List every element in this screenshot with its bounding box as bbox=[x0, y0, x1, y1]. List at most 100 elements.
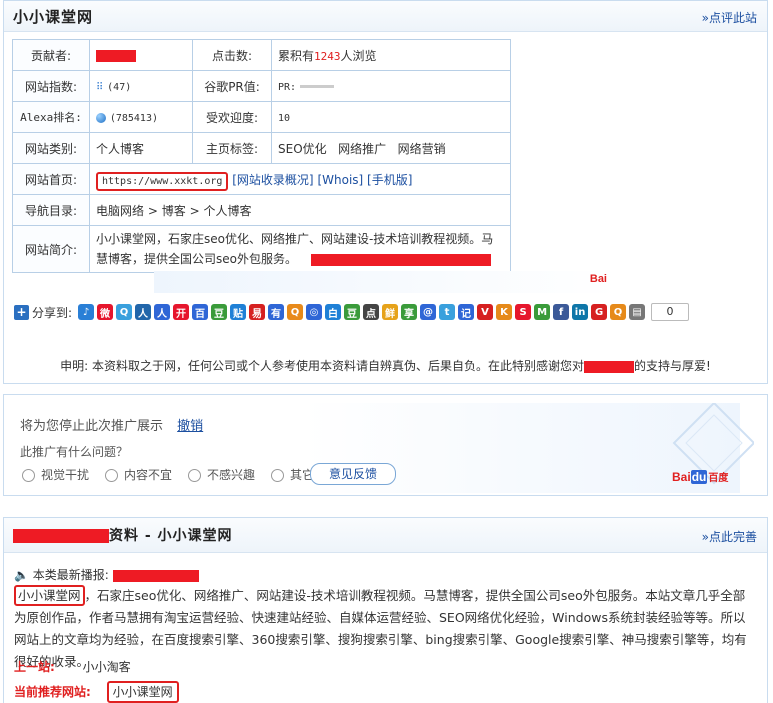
baidu-icon[interactable]: 百 bbox=[192, 304, 209, 320]
gmail-icon[interactable]: G bbox=[591, 304, 608, 320]
contributor-value bbox=[89, 39, 193, 71]
share-bar: + 分享到: ♪ 微 Q 人人开百豆贴易有 Q ◎ 白豆点鲜享 @ t 记 V K S Mf in G Q ▤ 0 bbox=[14, 303, 690, 321]
nav-computer-network[interactable]: 电脑网络 bbox=[96, 204, 144, 218]
xianguo-icon[interactable]: 鲜 bbox=[382, 304, 399, 320]
homepage-label: 网站首页: bbox=[12, 163, 90, 195]
share-label: 分享到: bbox=[32, 305, 73, 320]
nav-personal-blog[interactable]: 个人博客 bbox=[203, 204, 251, 218]
share-icon-list: ♪ 微 Q 人人开百豆贴易有 Q ◎ 白豆点鲜享 @ t 记 V K S Mf in G Q ▤ bbox=[78, 304, 646, 320]
article-title: 资料 - 小小课堂网 bbox=[13, 525, 233, 545]
option-other[interactable]: 其它 bbox=[271, 466, 314, 483]
site-title: 小小课堂网 bbox=[13, 8, 94, 26]
disclaimer: 申明: 本资料取之于网，任何公司或个人参考使用本资料请自辨真伪、后果自负。在此特… bbox=[60, 359, 711, 373]
plus-icon[interactable]: + bbox=[14, 304, 29, 320]
linkedin-icon[interactable]: in bbox=[572, 304, 589, 320]
feedback-button[interactable]: 意见反馈 bbox=[310, 463, 396, 485]
mop-icon[interactable]: M bbox=[534, 304, 551, 320]
homepage-value: https://www.xxkt.org [网站收录概况] [Whois] [手… bbox=[89, 163, 511, 195]
category-value: 个人博客 bbox=[89, 132, 193, 164]
option-inappropriate[interactable]: 内容不宜 bbox=[105, 466, 172, 483]
youdao-icon[interactable]: 有 bbox=[268, 304, 285, 320]
mobile-link[interactable]: [手机版] bbox=[367, 173, 412, 187]
prev-site-link[interactable]: 小小淘客 bbox=[83, 660, 131, 674]
popularity-value: 10 bbox=[271, 101, 511, 133]
clicks-value: 累积有1243人浏览 bbox=[271, 39, 511, 71]
whois-link[interactable]: [Whois] bbox=[317, 173, 363, 187]
tc-icon[interactable]: V bbox=[477, 304, 494, 320]
latest-news: 🔈 本类最新播报: bbox=[14, 566, 199, 583]
facebook-icon[interactable]: f bbox=[553, 304, 570, 320]
nav-label: 导航目录: bbox=[12, 194, 90, 226]
nav-blog[interactable]: 博客 bbox=[162, 204, 186, 218]
category-label: 网站类别: bbox=[12, 132, 90, 164]
douban-icon[interactable]: 豆 bbox=[211, 304, 228, 320]
tag-promotion[interactable]: 网络推广 bbox=[338, 142, 386, 156]
contributor-label: 贡献者: bbox=[12, 39, 90, 71]
popularity-label: 受欢迎度: bbox=[192, 101, 272, 133]
option-not-interested[interactable]: 不感兴趣 bbox=[188, 466, 255, 483]
site-info-panel: 小小课堂网 »点评此站 贡献者: 点击数: 累积有1243人浏览 网站指数: ⠿… bbox=[3, 0, 768, 384]
kaixin-icon[interactable]: 开 bbox=[173, 304, 190, 320]
kx-icon[interactable]: K bbox=[496, 304, 513, 320]
tags-value: SEO优化 网络推广 网络营销 bbox=[271, 132, 511, 164]
sohu-icon[interactable]: S bbox=[515, 304, 532, 320]
alexa-value: (785413) bbox=[89, 101, 193, 133]
share-count: 0 bbox=[651, 303, 690, 321]
tag-seo[interactable]: SEO优化 bbox=[278, 142, 327, 156]
netease-icon[interactable]: 易 bbox=[249, 304, 266, 320]
globe-icon bbox=[96, 112, 106, 123]
redacted-title bbox=[13, 529, 109, 543]
option-visual[interactable]: 视觉干扰 bbox=[22, 466, 89, 483]
tieba-icon[interactable]: 人 bbox=[154, 304, 171, 320]
speaker-icon: 🔈 bbox=[14, 568, 29, 582]
share-icon[interactable]: 享 bbox=[401, 304, 418, 320]
baidu-logo: Baidu 百度 bbox=[672, 470, 729, 484]
nav-path: 电脑网络 > 博客 > 个人博客 bbox=[89, 194, 511, 226]
mail-icon[interactable]: @ bbox=[420, 304, 437, 320]
print-icon[interactable]: ▤ bbox=[629, 304, 646, 320]
diandian-icon[interactable]: 点 bbox=[363, 304, 380, 320]
feedback-question: 此推广有什么问题？ bbox=[20, 445, 129, 459]
tsohu-icon[interactable]: 贴 bbox=[230, 304, 247, 320]
renren-icon[interactable]: 人 bbox=[135, 304, 152, 320]
feedback-row: 将为您停止此次推广展示 撤销 bbox=[20, 415, 203, 434]
improve-link[interactable]: »点此完善 bbox=[702, 528, 757, 545]
dou-icon[interactable]: 豆 bbox=[344, 304, 361, 320]
twitter-icon[interactable]: t bbox=[439, 304, 456, 320]
site-index-label: 网站指数: bbox=[12, 70, 90, 102]
click-count: 1243 bbox=[314, 49, 341, 63]
feedback-title: 将为您停止此次推广展示 bbox=[20, 419, 164, 434]
tag-marketing[interactable]: 网络营销 bbox=[398, 142, 446, 156]
qq-icon[interactable]: Q bbox=[610, 304, 627, 320]
baidu-zone-icon[interactable]: ◎ bbox=[306, 304, 323, 320]
google-pr-value: PR: bbox=[271, 70, 511, 102]
clicks-label: 点击数: bbox=[192, 39, 272, 71]
tags-label: 主页标签: bbox=[192, 132, 272, 164]
pr-bar bbox=[299, 85, 334, 88]
redacted-disclaimer bbox=[584, 360, 635, 373]
index-status-link[interactable]: [网站收录概况] bbox=[232, 173, 313, 187]
site-index-value: ⠿ (47) bbox=[89, 70, 193, 102]
note-icon[interactable]: 记 bbox=[458, 304, 475, 320]
panel-header: 小小课堂网 »点评此站 bbox=[4, 1, 767, 32]
site-info-table: 贡献者: 点击数: 累积有1243人浏览 网站指数: ⠿ (47) 谷歌PR值:… bbox=[12, 39, 511, 273]
ad-banner-strip: Bai bbox=[154, 271, 619, 293]
article-header: 资料 - 小小课堂网 »点此完善 bbox=[4, 518, 767, 553]
redacted-contributor bbox=[96, 49, 136, 62]
prev-site-row: 上一站: 小小淘客 bbox=[14, 660, 131, 674]
article-panel: 资料 - 小小课堂网 »点此完善 🔈 本类最新播报: 小小课堂网 ，石家庄seo优… bbox=[3, 517, 768, 703]
intro-value: 小小课堂网，石家庄seo优化、网络推广、网站建设-技术培训教程视频。马慧博客，提… bbox=[89, 225, 511, 273]
recommend-row: 当前推荐网站: 小小课堂网 bbox=[14, 681, 179, 703]
bai-icon[interactable]: 白 bbox=[325, 304, 342, 320]
qzone-icon[interactable]: ♪ bbox=[78, 304, 95, 320]
intro-label: 网站简介: bbox=[12, 225, 90, 273]
grid-icon: ⠿ bbox=[96, 82, 104, 93]
redacted-latest bbox=[112, 569, 199, 582]
undo-link[interactable]: 撤销 bbox=[177, 419, 203, 434]
comment-site-link[interactable]: »点评此站 bbox=[702, 9, 757, 26]
weibo-icon[interactable]: 微 bbox=[97, 304, 114, 320]
recommend-site-link[interactable]: 小小课堂网 bbox=[106, 681, 179, 703]
qq-friend-icon[interactable]: Q bbox=[287, 304, 304, 320]
qq-weibo-icon[interactable]: Q bbox=[116, 304, 133, 320]
homepage-url-link[interactable]: https://www.xxkt.org bbox=[96, 171, 229, 191]
